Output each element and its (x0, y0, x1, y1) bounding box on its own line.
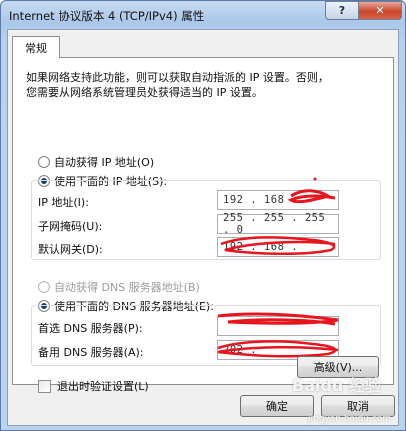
alternate-dns-row: 备用 DNS 服务器(A): (38, 344, 218, 360)
close-button[interactable]: ✕ (358, 1, 402, 20)
window-title: Internet 协议版本 4 (TCP/IPv4) 属性 (9, 9, 205, 23)
ip-address-row: IP 地址(I): (38, 194, 218, 210)
subnet-label: 子网掩码(U): (38, 220, 103, 233)
validate-label: 退出时验证设置(L) (57, 380, 149, 393)
ip-auto-radio[interactable] (38, 156, 50, 168)
dialog-window: Internet 协议版本 4 (TCP/IPv4) 属性 ? ✕ 常规 如果网… (0, 0, 406, 431)
advanced-button[interactable]: 高级(V)... (297, 356, 379, 378)
validate-checkbox[interactable] (38, 379, 51, 393)
preferred-dns-label: 首选 DNS 服务器(P): (38, 322, 143, 335)
ip-address-value: 192 . 168 . (223, 194, 299, 206)
help-button[interactable]: ? (325, 1, 359, 20)
tab-general[interactable]: 常规 (12, 36, 60, 58)
validate-option[interactable]: 退出时验证设置(L) (38, 378, 149, 394)
general-tab-panel: 如果网络支持此功能，则可以获取自动指派的 IP 设置。否则， 您需要从网络系统管… (12, 57, 394, 393)
ip-auto-option[interactable]: 自动获得 IP 地址(O) (38, 154, 154, 170)
dns-auto-radio[interactable] (38, 281, 50, 293)
alternate-dns-value: 202 . (223, 344, 258, 356)
gateway-label: 默认网关(D): (38, 243, 103, 256)
cancel-button[interactable]: 取消 (321, 395, 395, 417)
intro-text: 如果网络支持此功能，则可以获取自动指派的 IP 设置。否则， 您需要从网络系统管… (26, 70, 376, 100)
intro-line-1: 如果网络支持此功能，则可以获取自动指派的 IP 设置。否则， (26, 71, 329, 84)
ip-auto-label: 自动获得 IP 地址(O) (54, 156, 155, 169)
ok-button[interactable]: 确定 (240, 395, 314, 417)
ip-address-label: IP 地址(I): (38, 196, 89, 209)
title-bar[interactable]: Internet 协议版本 4 (TCP/IPv4) 属性 ? ✕ (1, 1, 405, 29)
alternate-dns-label: 备用 DNS 服务器(A): (38, 346, 144, 359)
subnet-field[interactable]: 255 . 255 . 255 . 0 (217, 212, 339, 236)
gateway-value: 192 . 168 . (223, 241, 299, 253)
dns-auto-label: 自动获得 DNS 服务器地址(B) (54, 281, 200, 294)
gateway-field[interactable]: 192 . 168 . (217, 237, 339, 257)
dns-auto-option[interactable]: 自动获得 DNS 服务器地址(B) (38, 279, 200, 295)
intro-line-2: 您需要从网络系统管理员处获得适当的 IP 设置。 (26, 86, 263, 99)
subnet-row: 子网掩码(U): (38, 218, 218, 234)
preferred-dns-field[interactable] (217, 316, 339, 336)
gateway-row: 默认网关(D): (38, 241, 218, 257)
ip-address-field[interactable]: 192 . 168 . (217, 190, 339, 210)
subnet-value: 255 . 255 . 255 . 0 (223, 212, 326, 236)
preferred-dns-row: 首选 DNS 服务器(P): (38, 320, 218, 336)
dialog-body: 常规 如果网络支持此功能，则可以获取自动指派的 IP 设置。否则， 您需要从网络… (7, 29, 399, 426)
